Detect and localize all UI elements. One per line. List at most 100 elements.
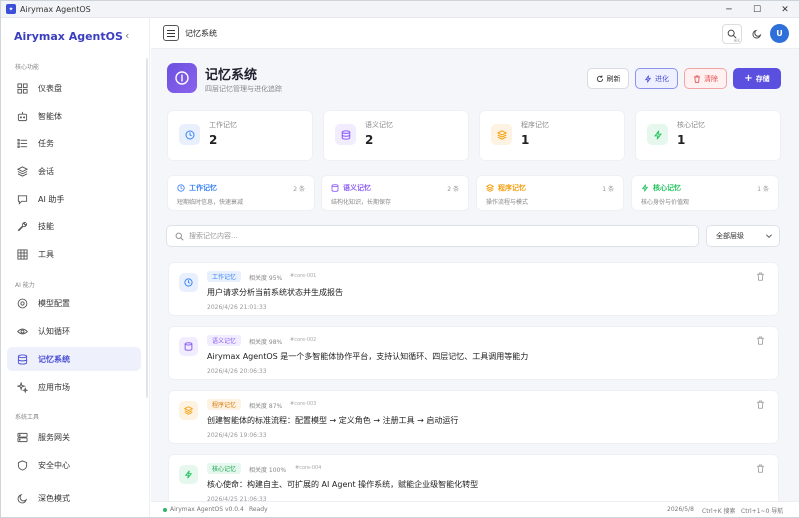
clear-label: 清除 xyxy=(704,74,718,83)
sidebar-item-label: 会话 xyxy=(38,166,54,176)
stat-card-procedural: 程序记忆 1 xyxy=(479,110,625,161)
plus-icon: + xyxy=(744,73,753,84)
status-bar: Airymax AgentOS v0.0.4 Ready 2026/5/8 Ct… xyxy=(151,501,799,517)
delete-memory-icon[interactable] xyxy=(756,272,765,281)
maximize-button[interactable]: ☐ xyxy=(743,1,771,18)
window-title: Airymax AgentOS xyxy=(20,4,91,14)
section-ai: AI 能力 xyxy=(15,282,35,289)
sidebar-item-ai-assistant[interactable]: AI 助手 xyxy=(7,187,141,211)
sidebar-item-tasks[interactable]: 任务 xyxy=(7,131,141,155)
memory-card[interactable]: 核心记忆 相关度 100% #core-004 核心使命：构建自主、可扩展的 A… xyxy=(168,454,779,508)
sidebar-item-label: 智能体 xyxy=(38,111,62,121)
stat-label: 程序记忆 xyxy=(521,121,549,129)
layer-filter-select[interactable]: 全部层级 xyxy=(706,225,780,247)
stat-value: 2 xyxy=(209,133,218,147)
memory-id: #core-004 xyxy=(295,465,322,471)
layers-icon xyxy=(491,124,512,145)
search-shortcut-hint: ⌘K xyxy=(733,38,740,43)
dark-mode-toggle[interactable]: 深色模式 xyxy=(7,486,141,510)
delete-memory-icon[interactable] xyxy=(756,464,765,473)
memory-id: #core-001 xyxy=(290,273,317,279)
sidebar-item-service-gateway[interactable]: 服务网关 xyxy=(7,425,141,449)
memory-card[interactable]: 语义记忆 相关度 98% #core-002 Airymax AgentOS 是… xyxy=(168,326,779,380)
moon-icon xyxy=(752,29,762,39)
layer-count: 2 条 xyxy=(293,186,305,193)
store-button[interactable]: + 存储 xyxy=(733,68,781,89)
refresh-label: 刷新 xyxy=(606,74,621,83)
memory-search-input[interactable] xyxy=(189,232,669,240)
memory-card[interactable]: 工作记忆 相关度 95% #core-001 用户请求分析当前系统状态并生成报告… xyxy=(168,262,779,316)
memory-content: Airymax AgentOS 是一个多智能体协作平台，支持认知循环、四层记忆、… xyxy=(207,352,529,361)
moon-icon xyxy=(16,492,28,504)
sidebar-item-security-center[interactable]: 安全中心 xyxy=(7,453,141,477)
delete-memory-icon[interactable] xyxy=(756,400,765,409)
sidebar-item-agents[interactable]: 智能体 xyxy=(7,104,141,128)
memory-tag: 工作记忆 xyxy=(207,271,242,282)
layer-name: 程序记忆 xyxy=(486,183,526,193)
trash-icon xyxy=(694,74,700,83)
memory-tag: 程序记忆 xyxy=(207,399,242,410)
sidebar-item-label: 应用市场 xyxy=(38,382,70,392)
stat-label: 工作记忆 xyxy=(209,121,237,129)
theme-toggle-button[interactable] xyxy=(748,24,766,44)
collapse-sidebar-icon[interactable]: ‹ xyxy=(125,29,129,42)
stat-card-core: 核心记忆 1 xyxy=(635,110,781,161)
chat-icon xyxy=(16,193,28,205)
lightning-icon xyxy=(641,184,649,192)
sidebar-item-sessions[interactable]: 会话 xyxy=(7,159,141,183)
dark-mode-label: 深色模式 xyxy=(38,493,70,503)
memory-relevance: 相关度 87% xyxy=(249,403,283,410)
evolve-button[interactable]: 进化 xyxy=(635,68,678,89)
sidebar-item-tools[interactable]: 工具 xyxy=(7,242,141,266)
eye-icon xyxy=(16,325,28,337)
lightning-icon xyxy=(179,465,198,484)
database-icon xyxy=(331,184,339,192)
memory-search-box[interactable] xyxy=(166,225,699,247)
sidebar-item-model-config[interactable]: 模型配置 xyxy=(7,291,141,315)
sidebar-item-dashboard[interactable]: 仪表盘 xyxy=(7,76,141,100)
refresh-button[interactable]: 刷新 xyxy=(587,68,629,89)
sidebar-item-app-market[interactable]: 应用市场 xyxy=(7,375,141,399)
memory-timestamp: 2026/4/26 20:06:33 xyxy=(207,368,267,375)
stat-value: 2 xyxy=(365,133,374,147)
layer-name-text: 工作记忆 xyxy=(189,184,217,192)
layer-name: 语义记忆 xyxy=(331,183,371,193)
layer-name: 核心记忆 xyxy=(641,183,681,193)
layer-card-core[interactable]: 核心记忆 1 条 核心身份与价值观 xyxy=(631,175,779,211)
sidebar-scrollbar[interactable] xyxy=(146,58,148,398)
shield-icon xyxy=(16,459,28,471)
clear-button[interactable]: 清除 xyxy=(684,68,727,89)
sidebar-item-skills[interactable]: 技能 xyxy=(7,214,141,238)
layer-filter-value: 全部层级 xyxy=(716,232,744,240)
sidebar-item-label: 认知循环 xyxy=(38,326,70,336)
memory-system-icon xyxy=(167,63,197,93)
memory-content: 用户请求分析当前系统状态并生成报告 xyxy=(207,288,343,297)
stat-value: 1 xyxy=(521,133,530,147)
sidebar-item-label: 仪表盘 xyxy=(38,83,62,93)
close-button[interactable]: ✕ xyxy=(771,1,799,18)
memory-card[interactable]: 程序记忆 相关度 87% #core-003 创建智能体的标准流程：配置模型 →… xyxy=(168,390,779,444)
sidebar-item-label: 技能 xyxy=(38,221,54,231)
stat-label: 语义记忆 xyxy=(365,121,393,129)
global-search-button[interactable]: ⌘K xyxy=(722,24,742,44)
layers-icon xyxy=(179,401,198,420)
minimize-button[interactable]: ─ xyxy=(715,1,743,18)
sidebar-item-memory-system[interactable]: 记忆系统 xyxy=(7,347,141,371)
layer-count: 1 条 xyxy=(757,186,769,193)
menu-toggle-button[interactable] xyxy=(163,25,179,41)
layer-card-procedural[interactable]: 程序记忆 1 条 操作流程与模式 xyxy=(476,175,624,211)
layer-card-working[interactable]: 工作记忆 2 条 短期临时信息，快速衰减 xyxy=(167,175,315,211)
top-bar: 记忆系统 ⌘K U xyxy=(151,18,799,49)
memory-id: #core-002 xyxy=(290,337,317,343)
user-avatar[interactable]: U xyxy=(770,24,789,43)
delete-memory-icon[interactable] xyxy=(756,336,765,345)
database-icon xyxy=(179,337,198,356)
chevron-down-icon xyxy=(766,234,772,238)
status-dot-icon xyxy=(163,508,167,512)
sidebar-item-cognitive-loop[interactable]: 认知循环 xyxy=(7,319,141,343)
lightning-icon xyxy=(647,124,668,145)
page-subtitle: 四层记忆管理与进化追踪 xyxy=(205,85,282,93)
app-version: Airymax AgentOS v0.0.4 xyxy=(170,506,244,513)
layer-card-semantic[interactable]: 语义记忆 2 条 结构化知识，长期保存 xyxy=(321,175,469,211)
memory-timestamp: 2026/4/26 21:01:33 xyxy=(207,304,267,311)
